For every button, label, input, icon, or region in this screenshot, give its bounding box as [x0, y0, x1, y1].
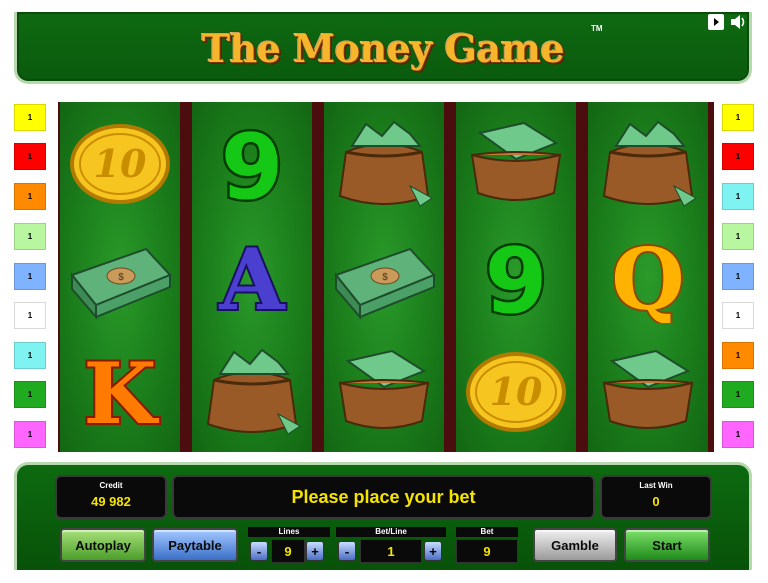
- paytable-button[interactable]: Paytable: [152, 528, 238, 562]
- bet-line-increase-button[interactable]: +: [424, 541, 442, 561]
- number-9-icon: 9: [456, 220, 576, 336]
- coin-10-icon: 10: [456, 334, 576, 450]
- svg-text:K: K: [83, 347, 159, 437]
- money-bag-icon: [192, 334, 312, 450]
- payline-marker-left-9: 1: [14, 421, 46, 448]
- game-title: The Money Game: [201, 26, 565, 71]
- letter-K-icon: K: [60, 334, 180, 450]
- lines-increase-button[interactable]: +: [306, 541, 324, 561]
- bet-label: Bet: [456, 527, 518, 537]
- reel-area: 10 $ K 9 A $9 10 Q: [58, 102, 714, 452]
- payline-marker-right-1: 1: [722, 104, 754, 131]
- bills-stack-icon: $: [60, 220, 180, 336]
- wallet-icon: [588, 334, 708, 450]
- payline-marker-right-9: 1: [722, 421, 754, 448]
- gamble-button[interactable]: Gamble: [533, 528, 617, 562]
- svg-text:9: 9: [221, 118, 284, 210]
- payline-marker-right-2: 1: [722, 143, 754, 170]
- wallet-icon: [456, 106, 576, 222]
- game-stage: The Money Game TM 111111111 111111111 10…: [0, 0, 768, 583]
- payline-marker-left-2: 1: [14, 143, 46, 170]
- payline-marker-right-5: 1: [722, 263, 754, 290]
- svg-text:10: 10: [490, 369, 543, 414]
- reel-4: 9 10: [456, 102, 576, 452]
- payline-marker-right-7: 1: [722, 342, 754, 369]
- speaker-icon[interactable]: [730, 14, 746, 30]
- payline-marker-right-4: 1: [722, 223, 754, 250]
- wallet-icon: [324, 334, 444, 450]
- lines-value: 9: [271, 539, 305, 563]
- payline-marker-right-6: 1: [722, 302, 754, 329]
- svg-text:9: 9: [485, 232, 548, 324]
- info-icon[interactable]: [708, 14, 724, 30]
- lines-decrease-button[interactable]: -: [250, 541, 268, 561]
- payline-marker-left-4: 1: [14, 223, 46, 250]
- svg-text:A: A: [218, 233, 286, 323]
- last-win-label: Last Win: [639, 481, 673, 490]
- reel-5: Q: [588, 102, 708, 452]
- credit-label: Credit: [99, 481, 123, 490]
- reel-2: 9A: [192, 102, 312, 452]
- money-bag-icon: [588, 106, 708, 222]
- letter-A-icon: A: [192, 220, 312, 336]
- trademark-mark: TM: [591, 24, 603, 33]
- payline-marker-left-3: 1: [14, 183, 46, 210]
- letter-Q-icon: Q: [588, 220, 708, 336]
- payline-marker-left-7: 1: [14, 342, 46, 369]
- payline-marker-left-8: 1: [14, 381, 46, 408]
- number-9-icon: 9: [192, 106, 312, 222]
- svg-text:Q: Q: [611, 233, 684, 323]
- bet-value: 9: [456, 539, 518, 563]
- bet-line-decrease-button[interactable]: -: [338, 541, 356, 561]
- reel-3: $: [324, 102, 444, 452]
- svg-text:$: $: [382, 272, 388, 283]
- last-win-value: 0: [652, 494, 660, 509]
- last-win-display: Last Win 0: [600, 475, 712, 519]
- money-bag-icon: [324, 106, 444, 222]
- credit-display: Credit 49 982: [55, 475, 167, 519]
- title-banner: The Money Game TM: [14, 12, 752, 84]
- payline-marker-right-8: 1: [722, 381, 754, 408]
- payline-marker-left-5: 1: [14, 263, 46, 290]
- coin-10-icon: 10: [60, 106, 180, 222]
- payline-marker-left-1: 1: [14, 104, 46, 131]
- status-message: Please place your bet: [172, 475, 595, 519]
- lines-label: Lines: [248, 527, 330, 537]
- start-button[interactable]: Start: [624, 528, 710, 562]
- svg-text:$: $: [118, 272, 124, 283]
- svg-text:10: 10: [94, 141, 147, 186]
- payline-marker-left-6: 1: [14, 302, 46, 329]
- bet-line-value: 1: [360, 539, 422, 563]
- bet-line-label: Bet/Line: [336, 527, 446, 537]
- autoplay-button[interactable]: Autoplay: [60, 528, 146, 562]
- credit-value: 49 982: [91, 494, 131, 509]
- bills-stack-icon: $: [324, 220, 444, 336]
- payline-marker-right-3: 1: [722, 183, 754, 210]
- reel-1: 10 $ K: [60, 102, 180, 452]
